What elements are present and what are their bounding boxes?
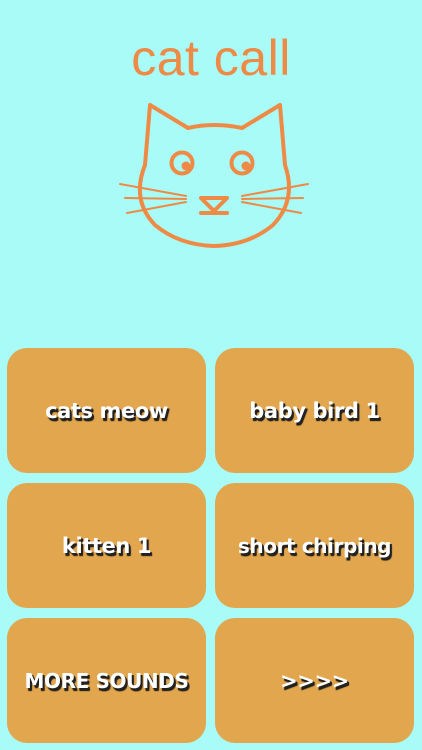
button-label: >>>>	[280, 668, 349, 693]
cat-face-icon	[119, 103, 309, 248]
more-sounds-button[interactable]: MORE SOUNDS	[7, 618, 206, 743]
sound-button-baby-bird-1[interactable]: baby bird 1	[215, 348, 414, 473]
button-label: kitten 1	[61, 533, 152, 558]
button-label: short chirping	[237, 533, 392, 558]
sound-button-short-chirping[interactable]: short chirping	[215, 483, 414, 608]
button-label: cats meow	[45, 398, 168, 423]
button-label: baby bird 1	[249, 398, 380, 423]
sound-button-kitten-1[interactable]: kitten 1	[7, 483, 206, 608]
app-title: cat call	[131, 30, 291, 86]
button-label: MORE SOUNDS	[24, 668, 189, 693]
next-page-button[interactable]: >>>>	[215, 618, 414, 743]
sound-button-cats-meow[interactable]: cats meow	[7, 348, 206, 473]
